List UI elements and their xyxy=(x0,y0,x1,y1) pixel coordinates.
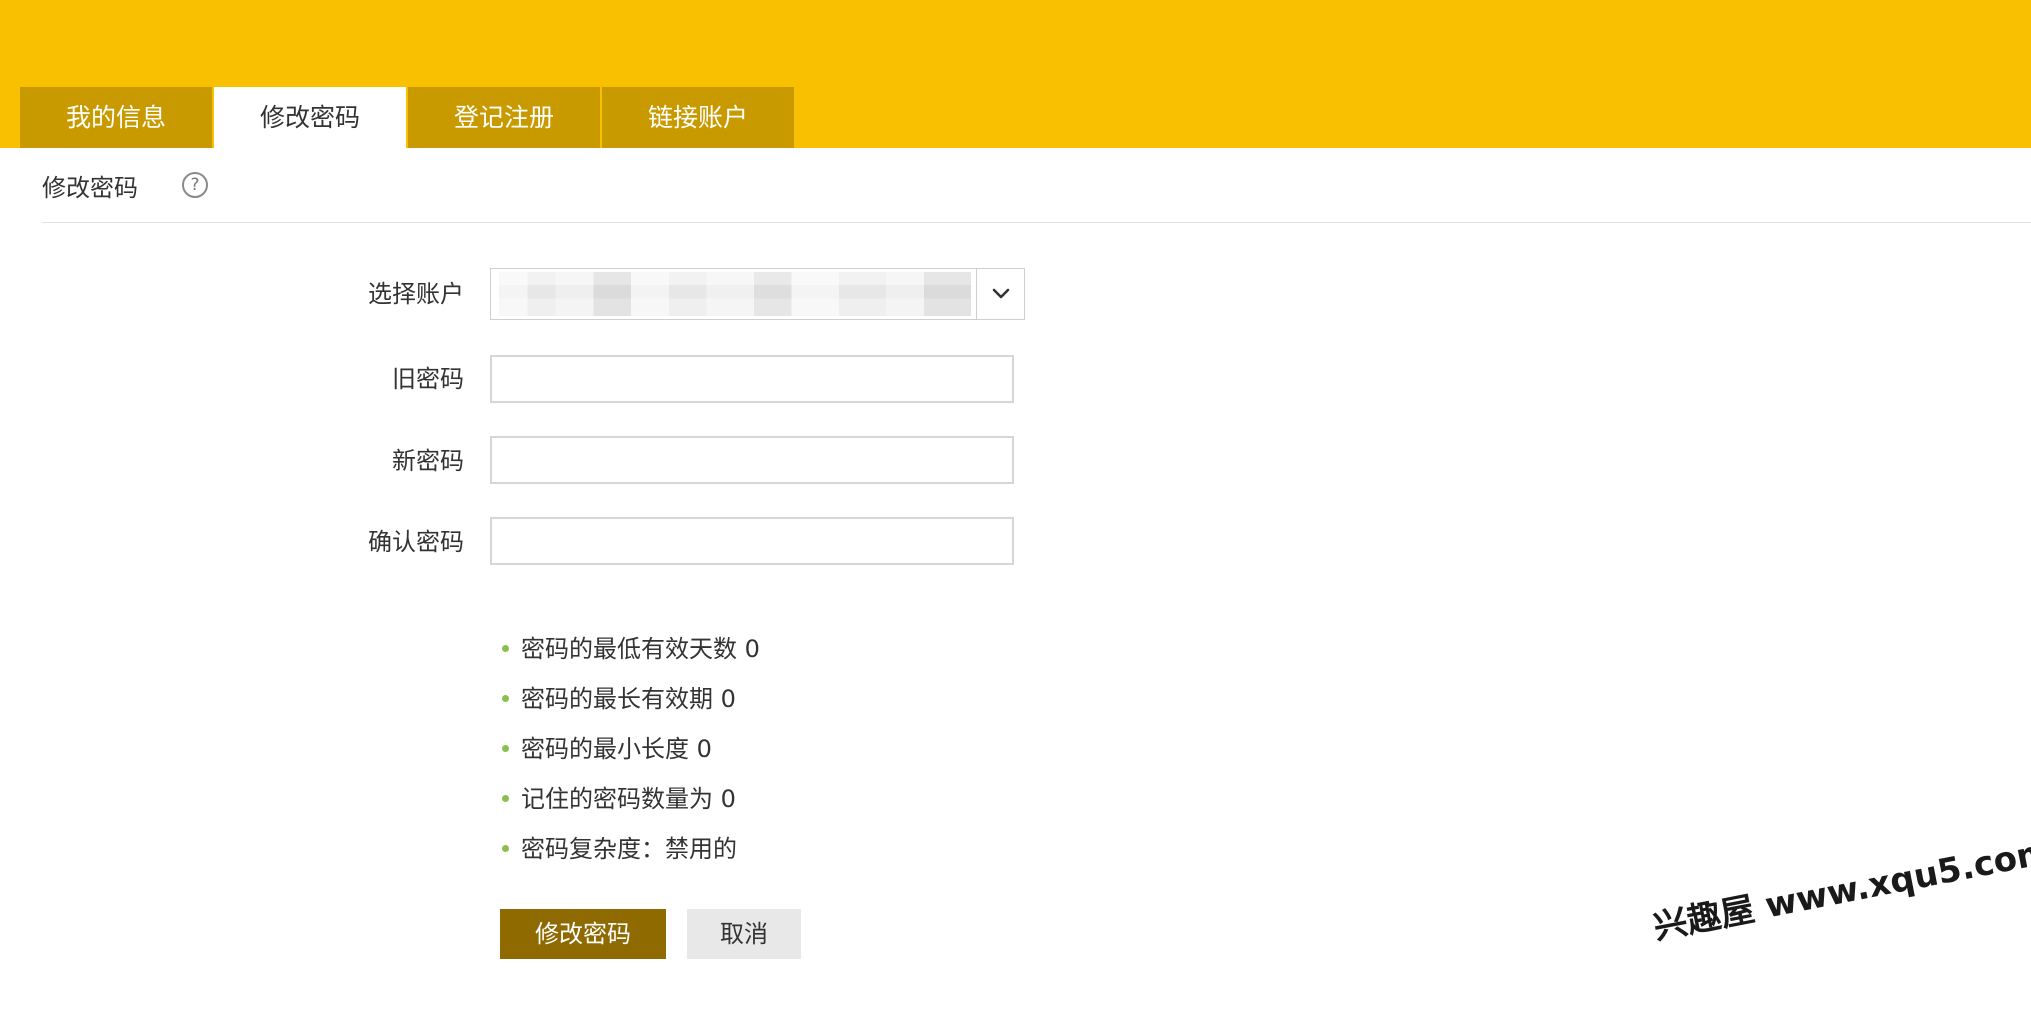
policy-text: 密码的最长有效期 0 xyxy=(521,685,736,713)
help-circle-icon[interactable]: ? xyxy=(182,172,208,198)
bullet-dot-icon xyxy=(502,694,509,702)
policy-text: 密码的最小长度 0 xyxy=(521,735,712,763)
list-item: 密码的最低有效天数 0 xyxy=(502,624,760,674)
change-password-button[interactable]: 修改密码 xyxy=(500,909,666,959)
tab-my-info[interactable]: 我的信息 xyxy=(20,87,212,148)
new-password-input[interactable] xyxy=(490,436,1014,484)
bullet-dot-icon xyxy=(502,744,509,752)
list-item: 密码复杂度：禁用的 xyxy=(502,824,760,874)
new-password-label: 新密码 xyxy=(392,447,464,475)
top-banner: 我的信息 修改密码 登记注册 链接账户 xyxy=(0,0,2031,148)
account-label: 选择账户 xyxy=(368,280,464,308)
tab-bar: 我的信息 修改密码 登记注册 链接账户 xyxy=(20,87,796,148)
account-select-value xyxy=(499,272,971,316)
page-title: 修改密码 xyxy=(42,174,138,202)
policy-text: 密码的最低有效天数 0 xyxy=(521,635,760,663)
policy-text: 密码复杂度：禁用的 xyxy=(521,835,737,863)
bullet-dot-icon xyxy=(502,644,509,652)
list-item: 密码的最小长度 0 xyxy=(502,724,760,774)
list-item: 密码的最长有效期 0 xyxy=(502,674,760,724)
chevron-down-icon[interactable] xyxy=(976,269,1024,319)
policy-text: 记住的密码数量为 0 xyxy=(521,785,736,813)
tab-change-password[interactable]: 修改密码 xyxy=(214,87,406,148)
old-password-label: 旧密码 xyxy=(392,365,464,393)
confirm-password-label: 确认密码 xyxy=(368,528,464,556)
bullet-dot-icon xyxy=(502,844,509,852)
watermark: 兴趣屋 www.xqu5.com xyxy=(1650,831,2031,949)
tab-registration[interactable]: 登记注册 xyxy=(408,87,600,148)
confirm-password-input[interactable] xyxy=(490,517,1014,565)
cancel-button[interactable]: 取消 xyxy=(687,909,801,959)
password-policy-list: 密码的最低有效天数 0 密码的最长有效期 0 密码的最小长度 0 记住的密码数量… xyxy=(502,624,760,874)
tab-linked-accounts[interactable]: 链接账户 xyxy=(602,87,794,148)
old-password-input[interactable] xyxy=(490,355,1014,403)
list-item: 记住的密码数量为 0 xyxy=(502,774,760,824)
divider xyxy=(42,222,2031,223)
account-select[interactable] xyxy=(490,268,1025,320)
bullet-dot-icon xyxy=(502,794,509,802)
